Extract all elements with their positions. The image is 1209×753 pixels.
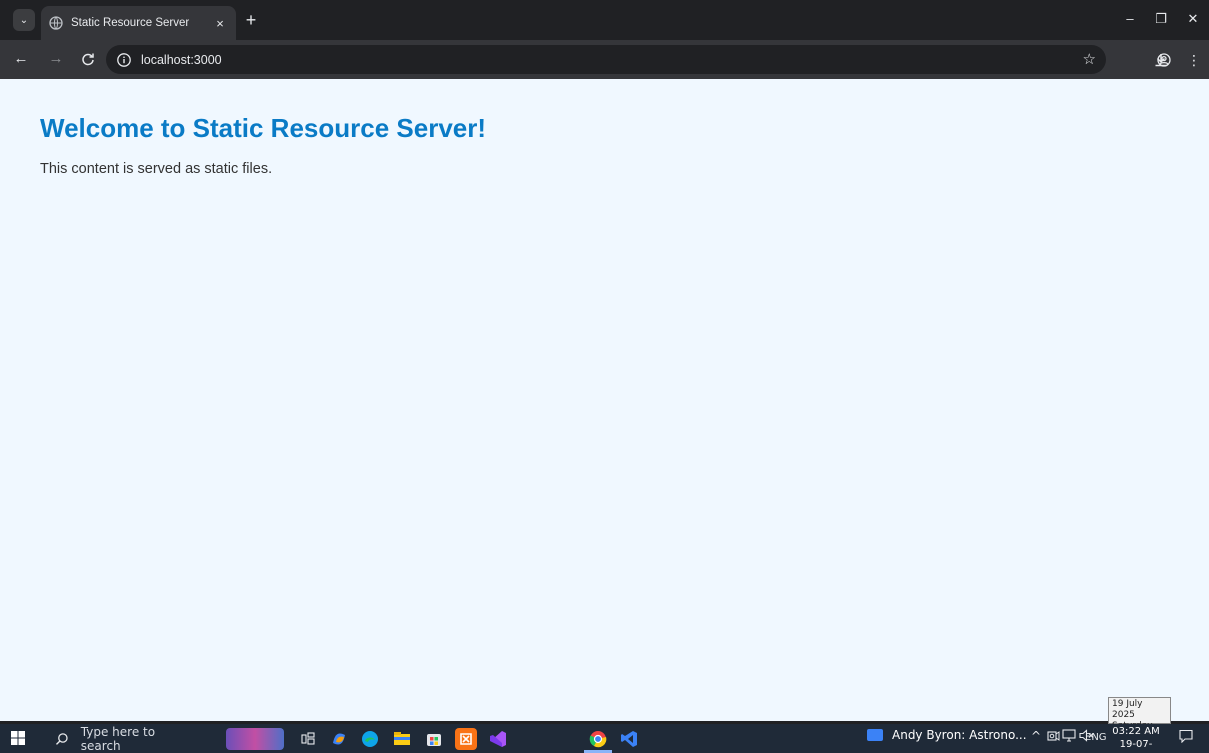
tab-static-resource-server[interactable]: Static Resource Server × xyxy=(41,6,236,40)
copilot-icon[interactable] xyxy=(328,728,350,750)
clock-tooltip: 19 July 2025 Saturday xyxy=(1108,697,1171,731)
vscode-icon[interactable] xyxy=(618,728,640,750)
restore-button[interactable]: ❐ xyxy=(1150,8,1172,30)
file-explorer-icon[interactable] xyxy=(391,728,413,750)
account-icon[interactable] xyxy=(1153,49,1175,71)
store-icon[interactable] xyxy=(423,728,445,750)
network-icon[interactable] xyxy=(1062,729,1076,745)
media-title: Andy Byron: Astrono... xyxy=(892,728,1027,742)
minimize-button[interactable]: – xyxy=(1119,8,1141,30)
url-text: localhost:3000 xyxy=(141,52,222,67)
clock-date: 19-07-2025 xyxy=(1119,739,1153,753)
reload-icon xyxy=(82,53,94,66)
tooltip-date: 19 July 2025 xyxy=(1112,699,1143,720)
system-clock[interactable]: 03:22 AM 19-07-2025 xyxy=(1110,725,1162,753)
task-view-icon[interactable] xyxy=(297,728,319,750)
start-button[interactable] xyxy=(10,730,26,746)
tab-title: Static Resource Server xyxy=(71,17,190,29)
meet-now-icon[interactable] xyxy=(1047,729,1060,745)
tab-strip: ⌄ Static Resource Server × + – ❐ ✕ xyxy=(0,0,1209,40)
language-indicator[interactable]: ENG xyxy=(1085,732,1107,743)
visual-studio-icon[interactable] xyxy=(487,728,509,750)
chevron-up-icon[interactable]: ^ xyxy=(1031,729,1041,743)
info-icon[interactable] xyxy=(116,52,132,68)
search-icon xyxy=(55,732,68,745)
page-heading: Welcome to Static Resource Server! xyxy=(40,113,487,143)
chrome-icon[interactable] xyxy=(587,728,609,750)
taskbar-search-box[interactable]: Type here to search xyxy=(47,724,197,753)
tab-search-button[interactable]: ⌄ xyxy=(13,9,35,31)
xampp-icon[interactable] xyxy=(455,728,477,750)
forward-button[interactable]: → xyxy=(46,49,66,69)
close-window-button[interactable]: ✕ xyxy=(1182,8,1204,30)
address-bar[interactable]: localhost:3000 ☆ xyxy=(106,45,1106,74)
edge-icon[interactable] xyxy=(359,728,381,750)
back-button[interactable]: ← xyxy=(11,49,31,69)
star-icon[interactable]: ☆ xyxy=(1083,50,1096,68)
media-app-icon xyxy=(867,729,883,741)
page-paragraph: This content is served as static files. xyxy=(40,161,273,177)
page-viewport: Welcome to Static Resource Server! This … xyxy=(0,79,1209,721)
search-highlight-graphic[interactable] xyxy=(226,728,284,750)
tab-close-icon[interactable]: × xyxy=(212,16,228,31)
windows-taskbar: Type here to search Andy Byron: Astrono.… xyxy=(0,724,1209,753)
windows-logo-icon xyxy=(11,731,25,745)
media-widget[interactable]: Andy Byron: Astrono... xyxy=(867,728,1027,742)
kebab-menu-icon[interactable]: ⋮ xyxy=(1183,49,1205,71)
browser-toolbar: ← → localhost:3000 ☆ ⋮ xyxy=(0,40,1209,79)
notification-icon[interactable] xyxy=(1177,729,1195,747)
reload-button[interactable] xyxy=(78,49,98,69)
chevron-down-icon: ⌄ xyxy=(19,14,29,26)
new-tab-button[interactable]: + xyxy=(241,10,261,30)
globe-icon xyxy=(49,16,63,30)
search-placeholder: Type here to search xyxy=(80,724,156,753)
clock-time: 03:22 AM xyxy=(1112,726,1160,737)
